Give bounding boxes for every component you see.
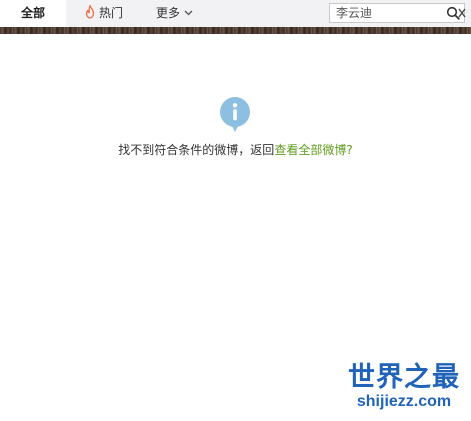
- cover-image-strip: [0, 27, 471, 34]
- tab-bar: 全部 热门 更多: [0, 0, 471, 27]
- tab-more-dropdown[interactable]: 更多: [156, 0, 193, 27]
- view-all-weibo-link[interactable]: 查看全部微博?: [274, 143, 352, 157]
- close-icon[interactable]: [458, 7, 468, 21]
- watermark-url: shijiezz.com: [356, 393, 452, 410]
- chevron-down-icon: [184, 10, 193, 16]
- tab-hot-label: 热门: [99, 6, 124, 20]
- empty-state-message: 找不到符合条件的微博，返回查看全部微博?: [0, 142, 471, 158]
- search-box: [329, 3, 465, 23]
- tab-more-label: 更多: [156, 6, 181, 20]
- watermark-title: 世界之最: [348, 362, 460, 392]
- tab-all[interactable]: 全部: [0, 0, 66, 27]
- page: 全部 热门 更多 找不到符合条件的微博，: [0, 0, 471, 421]
- info-icon: [220, 97, 250, 132]
- search-input[interactable]: [330, 4, 442, 22]
- empty-state-text: 找不到符合条件的微博，返回: [118, 143, 275, 157]
- tab-hot[interactable]: 热门: [84, 0, 123, 27]
- tab-all-label: 全部: [20, 6, 45, 20]
- watermark-logo: 世界之最 shijiezz.com: [340, 362, 468, 412]
- flame-icon: [85, 5, 95, 19]
